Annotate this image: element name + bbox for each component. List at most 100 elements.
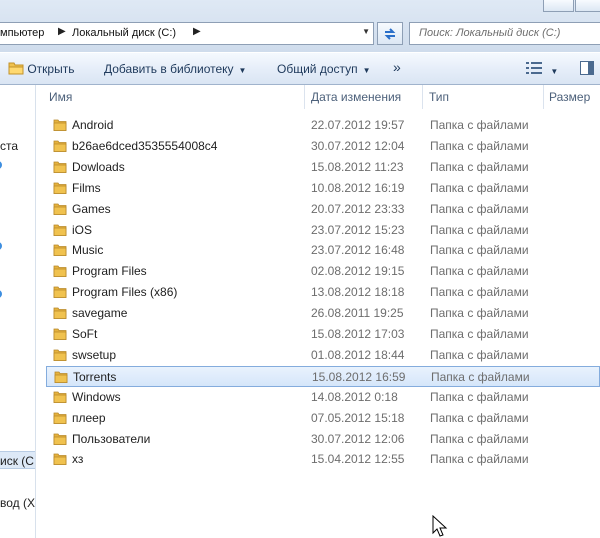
file-date: 14.08.2012 0:18: [311, 389, 398, 404]
preview-pane-icon: [580, 61, 594, 75]
folder-icon: [53, 161, 67, 173]
folder-icon: [53, 349, 67, 361]
folder-icon: [53, 412, 67, 424]
column-header-name[interactable]: Имя: [49, 85, 72, 109]
view-options-button[interactable]: ▼: [526, 62, 558, 77]
file-type: Папка с файлами: [430, 243, 529, 258]
table-row[interactable]: SoFt 15.08.2012 17:03 Папка с файлами: [46, 324, 600, 345]
open-button[interactable]: Открыть: [8, 61, 74, 76]
folder-icon: [53, 182, 67, 194]
folder-icon: [53, 328, 67, 340]
open-folder-icon: [8, 62, 24, 75]
breadcrumb-separator-arrow-icon[interactable]: ▶: [58, 26, 66, 37]
nav-item-fragment[interactable]: ста: [0, 139, 18, 153]
folder-icon: [53, 433, 67, 445]
file-type: Папка с файлами: [430, 138, 529, 153]
file-type: Папка с файлами: [431, 369, 530, 384]
share-button[interactable]: Общий доступ ▼: [277, 62, 371, 76]
column-divider[interactable]: [304, 85, 305, 109]
file-name: Program Files (x86): [72, 285, 178, 300]
file-name: SoFt: [72, 327, 98, 341]
nav-item-icon: [0, 242, 2, 250]
table-row[interactable]: Android 22.07.2012 19:57 Папка с файлами: [46, 115, 600, 136]
table-row[interactable]: Program Files (x86) 13.08.2012 18:18 Папка…: [46, 282, 600, 303]
folder-icon: [53, 265, 67, 278]
table-row[interactable]: плеер 07.05.2012 15:18 Папка с файлами: [46, 408, 600, 429]
folder-icon: [53, 391, 67, 403]
refresh-button[interactable]: [377, 22, 403, 45]
file-date: 30.07.2012 12:06: [311, 431, 405, 446]
table-row[interactable]: Пользователи 30.07.2012 12:06 Папка с файл…: [46, 429, 600, 450]
column-divider[interactable]: [543, 85, 544, 109]
more-commands-button[interactable]: »: [393, 59, 401, 75]
table-row[interactable]: Windows 14.08.2012 0:18 Папка с файлами: [46, 387, 600, 408]
navigation-pane[interactable]: ста иск (C вод (X: [0, 85, 36, 538]
details-view-icon: [526, 62, 542, 74]
breadcrumb-local-disk[interactable]: Локальный диск (C:): [72, 27, 176, 39]
column-header-type[interactable]: Тип: [429, 85, 449, 109]
file-list[interactable]: Имя Дата изменения Тип Размер Android 22.…: [36, 85, 600, 538]
folder-icon: [53, 286, 67, 299]
file-name: savegame: [72, 306, 128, 321]
file-name: хз: [72, 452, 84, 467]
file-name: swsetup: [72, 347, 117, 362]
file-type: Папка с файлами: [430, 180, 529, 195]
breadcrumb-separator-arrow-icon[interactable]: ▶: [193, 26, 201, 37]
column-header-date[interactable]: Дата изменения: [311, 85, 401, 109]
nav-item-local-disk[interactable]: иск (C: [0, 454, 34, 468]
file-name: Torrents: [73, 369, 117, 384]
folder-icon: [53, 224, 67, 236]
add-to-library-button[interactable]: Добавить в библиотеку ▼: [104, 62, 246, 76]
nav-item-icon: [0, 161, 2, 169]
table-row[interactable]: Films 10.08.2012 16:19 Папка с файлами: [46, 178, 600, 199]
file-date: 15.04.2012 12:55: [311, 452, 405, 467]
file-name: b26ae6dced3535554008c4: [72, 138, 218, 153]
search-input[interactable]: Поиск: Локальный диск (C:): [409, 22, 600, 45]
maximize-button[interactable]: [575, 0, 600, 12]
file-date: 02.08.2012 19:15: [311, 264, 405, 279]
mouse-cursor-icon: [432, 515, 448, 537]
file-date: 15.08.2012 16:59: [312, 369, 406, 384]
table-row[interactable]: Games 20.07.2012 23:33 Папка с файлами: [46, 199, 600, 220]
table-row[interactable]: swsetup 01.08.2012 18:44 Папка с файлами: [46, 345, 600, 366]
minimize-button[interactable]: [543, 0, 574, 12]
table-row[interactable]: Music 23.07.2012 16:48 Папка с файлами: [46, 240, 600, 261]
file-date: 10.08.2012 16:19: [311, 180, 405, 195]
search-placeholder: Поиск: Локальный диск (C:): [419, 27, 561, 39]
column-header-size[interactable]: Размер: [549, 85, 590, 109]
preview-pane-button[interactable]: [580, 61, 594, 78]
file-type: Папка с файлами: [430, 389, 529, 404]
column-divider[interactable]: [422, 85, 423, 109]
folder-icon: [53, 203, 67, 215]
table-row[interactable]: savegame 26.08.2011 19:25 Папка с файлами: [46, 303, 600, 324]
file-date: 20.07.2012 23:33: [311, 201, 405, 216]
file-type: Папка с файлами: [430, 118, 529, 132]
file-date: 13.08.2012 18:18: [311, 285, 405, 300]
file-name: Пользователи: [72, 431, 151, 446]
file-date: 23.07.2012 16:48: [311, 243, 405, 258]
table-row[interactable]: Dowloads 15.08.2012 11:23 Папка с файлами: [46, 157, 600, 178]
file-type: Папка с файлами: [430, 410, 529, 425]
open-label: Открыть: [27, 62, 75, 76]
file-date: 07.05.2012 15:18: [311, 410, 405, 425]
file-type: Папка с файлами: [430, 159, 529, 174]
breadcrumb-computer[interactable]: мпьютер: [0, 27, 44, 39]
file-type: Папка с файлами: [430, 327, 529, 341]
file-type: Папка с файлами: [430, 222, 529, 237]
table-row[interactable]: Torrents 15.08.2012 16:59 Папка с файлами: [46, 365, 600, 387]
table-row[interactable]: iOS 23.07.2012 15:23 Папка с файлами: [46, 220, 600, 241]
share-label: Общий доступ: [277, 62, 358, 76]
file-type: Папка с файлами: [430, 306, 529, 321]
file-name: Windows: [72, 389, 121, 404]
address-bar[interactable]: мпьютер ▶ Локальный диск (C:) ▶ ▼: [0, 22, 374, 45]
file-name: Music: [72, 243, 104, 258]
table-row[interactable]: Program Files 02.08.2012 19:15 Папка с фай…: [46, 261, 600, 282]
table-row[interactable]: хз 15.04.2012 12:55 Папка с файлами: [46, 449, 600, 470]
chevron-down-icon: ▼: [238, 66, 247, 75]
address-dropdown-icon[interactable]: ▼: [362, 27, 370, 36]
file-name: Dowloads: [72, 159, 125, 174]
add-to-library-label: Добавить в библиотеку: [104, 62, 234, 76]
file-date: 26.08.2011 19:25: [311, 306, 404, 321]
table-row[interactable]: b26ae6dced3535554008c4 30.07.2012 12:04 Па…: [46, 136, 600, 157]
nav-item-drive[interactable]: вод (X: [0, 496, 35, 510]
